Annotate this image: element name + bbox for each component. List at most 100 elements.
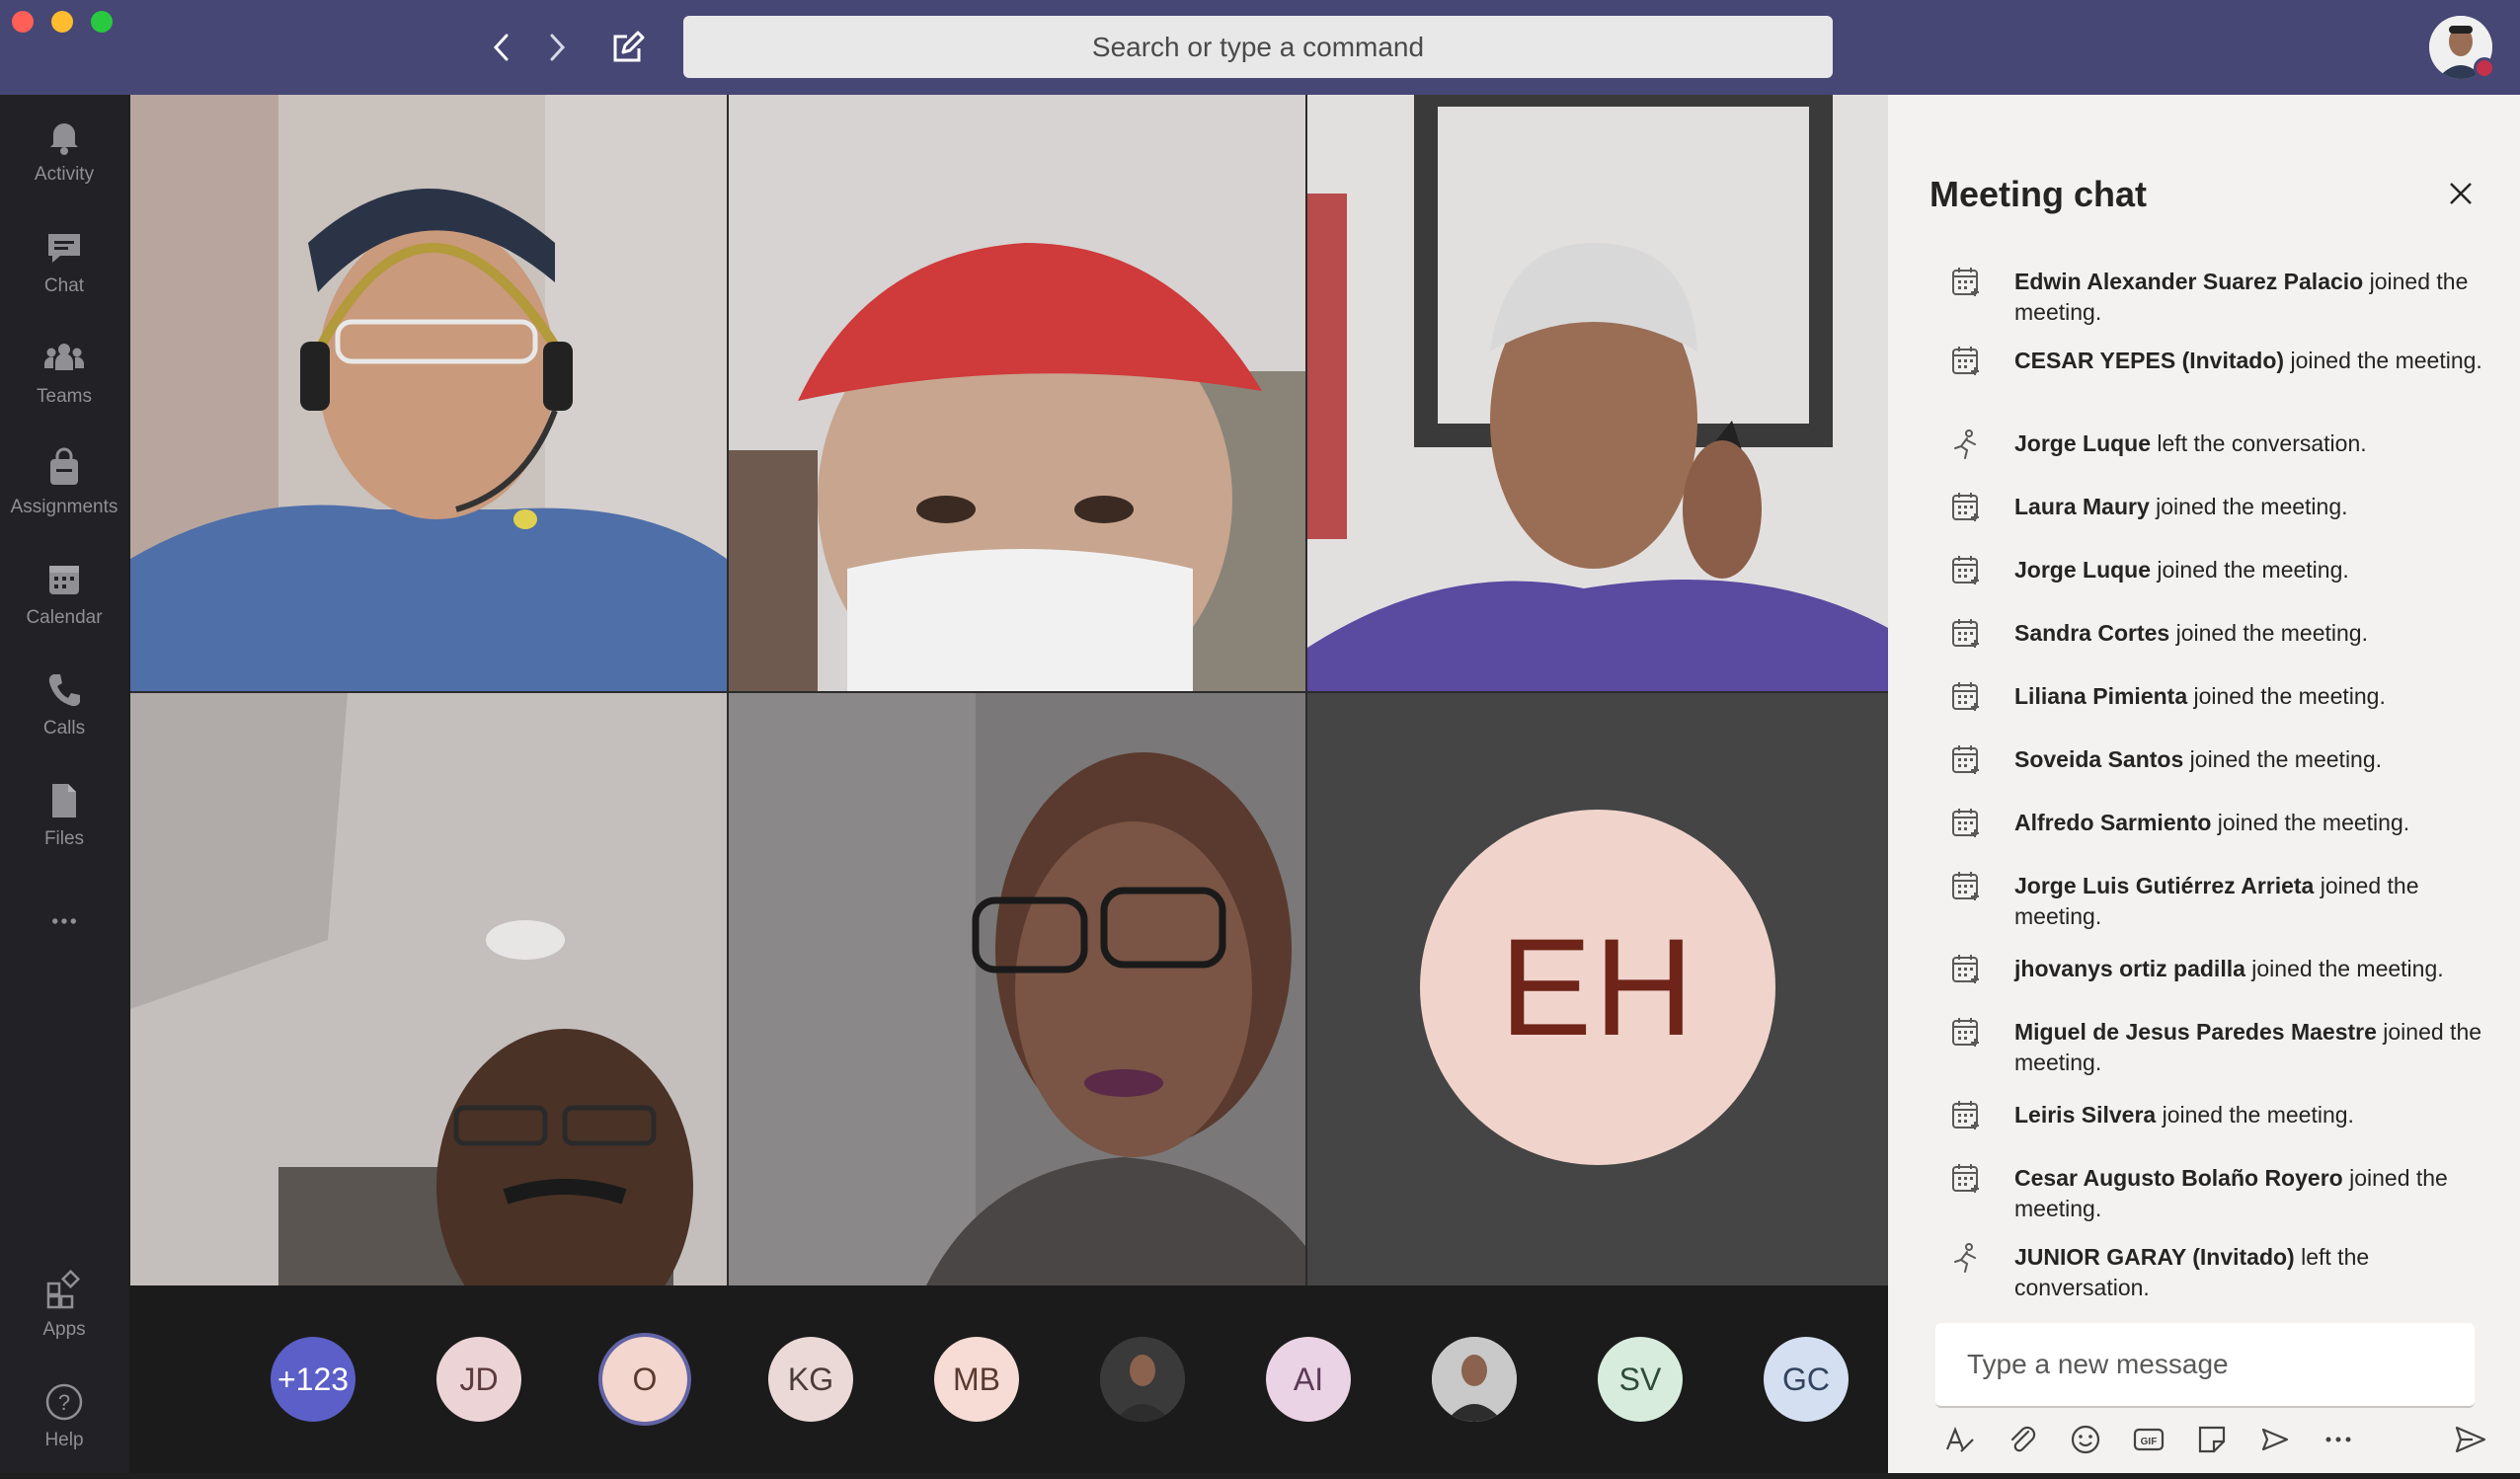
event-description: joined the meeting.: [2156, 1102, 2354, 1128]
new-chat-button[interactable]: [604, 24, 652, 71]
participant-avatar[interactable]: JD: [436, 1337, 521, 1422]
participant-video: [1307, 95, 1888, 691]
participant-name: Miguel de Jesus Paredes Maestre: [2014, 1019, 2377, 1045]
leave-icon: [1954, 429, 1976, 459]
rail-label: Help: [44, 1430, 84, 1450]
participant-name: Cesar Augusto Bolaño Royero: [2014, 1165, 2343, 1191]
calendar-join-icon: [1952, 1164, 1979, 1193]
more-icon: [2325, 1437, 2351, 1442]
window-minimize-button[interactable]: [51, 11, 73, 33]
avatar-initials: EH: [1499, 909, 1696, 1064]
close-chat-button[interactable]: [2441, 174, 2481, 213]
title-bar: Search or type a command: [0, 0, 2520, 95]
rail-label: Apps: [42, 1319, 86, 1340]
emoji-icon: [2071, 1425, 2100, 1454]
calendar-join-icon: [1952, 1018, 1979, 1047]
participant-name: jhovanys ortiz padilla: [2014, 956, 2245, 981]
chat-event-text: Jorge Luis Gutiérrez Arrieta joined the …: [2014, 871, 2488, 932]
calendar-join-icon: [1952, 682, 1979, 711]
chat-title: Meeting chat: [1929, 174, 2148, 214]
phone-icon: [48, 674, 80, 707]
rail-item-activity[interactable]: Activity: [0, 115, 128, 213]
svg-text:GIF: GIF: [2141, 1437, 2158, 1447]
sticker-button[interactable]: [2190, 1418, 2234, 1461]
close-icon: [2450, 183, 2472, 204]
avatar-initials: +123: [276, 1361, 350, 1397]
chat-event-text: jhovanys ortiz padilla joined the meetin…: [2014, 954, 2488, 984]
calendar-join-icon: [1952, 556, 1979, 584]
rail-item-teams[interactable]: Teams: [0, 337, 128, 435]
compose-message-input[interactable]: Type a new message: [1935, 1323, 2475, 1408]
back-button[interactable]: [478, 24, 525, 71]
chat-event-text: Soveida Santos joined the meeting.: [2014, 744, 2488, 775]
chat-event-text: Jorge Luque left the conversation.: [2014, 428, 2488, 459]
compose-placeholder: Type a new message: [1967, 1349, 2229, 1379]
help-icon: ?: [45, 1383, 83, 1421]
search-input[interactable]: Search or type a command: [683, 16, 1833, 78]
participant-video: [130, 693, 727, 1285]
rail-item-calendar[interactable]: Calendar: [0, 558, 128, 657]
rail-label: Assignments: [10, 497, 118, 517]
participant-name: JUNIOR GARAY (Invitado): [2014, 1244, 2295, 1270]
rail-item-assignments[interactable]: Assignments: [0, 447, 128, 546]
chat-event-text: Sandra Cortes joined the meeting.: [2014, 618, 2488, 649]
event-description: joined the meeting.: [2187, 683, 2386, 709]
event-description: joined the meeting.: [2244, 956, 2444, 981]
format-icon: [1945, 1427, 1974, 1452]
compose-icon: [613, 31, 645, 62]
participant-avatar[interactable]: SV: [1598, 1337, 1683, 1422]
chat-event-text: Laura Maury joined the meeting.: [2014, 492, 2488, 522]
avatar-initials: O: [632, 1361, 658, 1397]
more-options-button[interactable]: [2317, 1418, 2360, 1461]
calendar-join-icon: [1952, 493, 1979, 521]
file-icon: [52, 784, 76, 817]
participant-name: Jorge Luis Gutiérrez Arrieta: [2014, 873, 2315, 898]
participant-initials-avatar: EH: [1420, 810, 1775, 1165]
video-tile[interactable]: [729, 95, 1305, 691]
video-tile[interactable]: [1307, 95, 1888, 691]
rail-item-help[interactable]: ? Help: [0, 1380, 128, 1479]
send-button[interactable]: [2449, 1418, 2492, 1461]
calendar-join-icon: [1952, 809, 1979, 837]
chat-event-text: Edwin Alexander Suarez Palacio joined th…: [2014, 267, 2488, 328]
calendar-icon: [49, 566, 79, 594]
format-button[interactable]: [1937, 1418, 1981, 1461]
event-description: joined the meeting.: [2284, 348, 2482, 373]
participant-avatar[interactable]: KG: [768, 1337, 853, 1422]
calendar-join-icon: [1952, 1101, 1979, 1129]
chat-event-text: Cesar Augusto Bolaño Royero joined the m…: [2014, 1163, 2488, 1224]
calendar-join-icon: [1952, 872, 1979, 900]
emoji-button[interactable]: [2064, 1418, 2107, 1461]
video-tile[interactable]: [130, 693, 727, 1285]
meet-now-button[interactable]: [2253, 1418, 2297, 1461]
rail-item-calls[interactable]: Calls: [0, 668, 128, 767]
rail-label: Calls: [42, 718, 86, 739]
participant-photo-avatar[interactable]: [1432, 1337, 1517, 1422]
chevron-left-icon: [493, 34, 509, 61]
participant-avatar[interactable]: GC: [1764, 1337, 1849, 1422]
gif-button[interactable]: GIF: [2127, 1418, 2170, 1461]
participant-avatar[interactable]: O: [602, 1337, 687, 1422]
rail-more-button[interactable]: [0, 904, 128, 944]
rail-item-files[interactable]: Files: [0, 779, 128, 878]
participant-photo-avatar[interactable]: [1100, 1337, 1185, 1422]
video-tile[interactable]: [729, 693, 1305, 1285]
leave-icon: [1954, 1243, 1976, 1273]
attach-button[interactable]: [2001, 1418, 2044, 1461]
calendar-join-icon: [1952, 347, 1979, 375]
participant-avatar[interactable]: +123: [271, 1337, 355, 1422]
assignments-icon: [50, 447, 78, 485]
search-placeholder: Search or type a command: [1091, 31, 1425, 62]
rail-item-chat[interactable]: Chat: [0, 226, 128, 325]
window-close-button[interactable]: [12, 11, 34, 33]
forward-button[interactable]: [533, 24, 581, 71]
rail-item-apps[interactable]: Apps: [0, 1270, 128, 1368]
participant-avatar[interactable]: MB: [934, 1337, 1019, 1422]
video-tile[interactable]: [130, 95, 727, 691]
participant-avatar[interactable]: AI: [1266, 1337, 1351, 1422]
chat-event-text: CESAR YEPES (Invitado) joined the meetin…: [2014, 346, 2488, 376]
rail-label: Teams: [37, 386, 92, 407]
window-zoom-button[interactable]: [91, 11, 113, 33]
avatar-initials: AI: [1293, 1361, 1324, 1397]
event-description: joined the meeting.: [2151, 557, 2349, 583]
